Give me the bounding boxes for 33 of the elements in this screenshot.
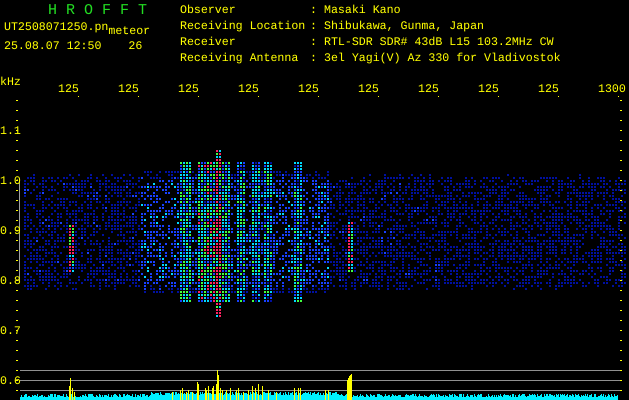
y-axis-label: 0.7 <box>0 325 21 338</box>
x-axis-label: 125 <box>118 83 139 96</box>
info-label: Receiving Location <box>179 19 306 35</box>
x-axis-label: 125 <box>358 83 379 96</box>
y-axis-label: 0.6 <box>0 375 21 388</box>
category-label: meteor <box>108 26 150 36</box>
info-label: Receiver <box>179 35 237 51</box>
unit-label: kHz <box>0 76 21 89</box>
x-axis-label: 125 <box>538 83 559 96</box>
x-axis-label: 125 <box>178 83 199 96</box>
info-value: Shibukawa, Gunma, Japan <box>324 19 484 35</box>
x-axis-label: 1300 <box>598 83 626 96</box>
count-value: 26 <box>128 39 142 55</box>
info-value: RTL-SDR SDR# 43dB L15 103.2MHz CW <box>324 35 554 51</box>
date-time: 25.08.07 12:50 <box>4 39 102 55</box>
x-axis-label: 125 <box>238 83 259 96</box>
y-axis-label: 1.1 <box>0 125 21 138</box>
file-name: UT2508071250.pn <box>4 20 108 36</box>
x-axis-label: 125 <box>418 83 439 96</box>
info-label: Observer <box>179 3 237 19</box>
y-axis-label: 1.0 <box>0 175 21 188</box>
x-axis-label: 125 <box>478 83 499 96</box>
x-axis-label: 125 <box>58 83 79 96</box>
y-axis-label: 0.8 <box>0 275 21 288</box>
info-value: Masaki Kano <box>324 3 401 19</box>
separator: : <box>310 35 318 51</box>
info-label: Receiving Antenna <box>179 51 300 67</box>
app-title: H R O F F T <box>48 2 148 19</box>
x-axis-label: 125 <box>298 83 319 96</box>
separator: : <box>310 3 318 19</box>
separator: : <box>310 19 318 35</box>
info-value: 3el Yagi(V) Az 330 for Vladivostok <box>324 51 561 67</box>
separator: : <box>310 51 318 67</box>
